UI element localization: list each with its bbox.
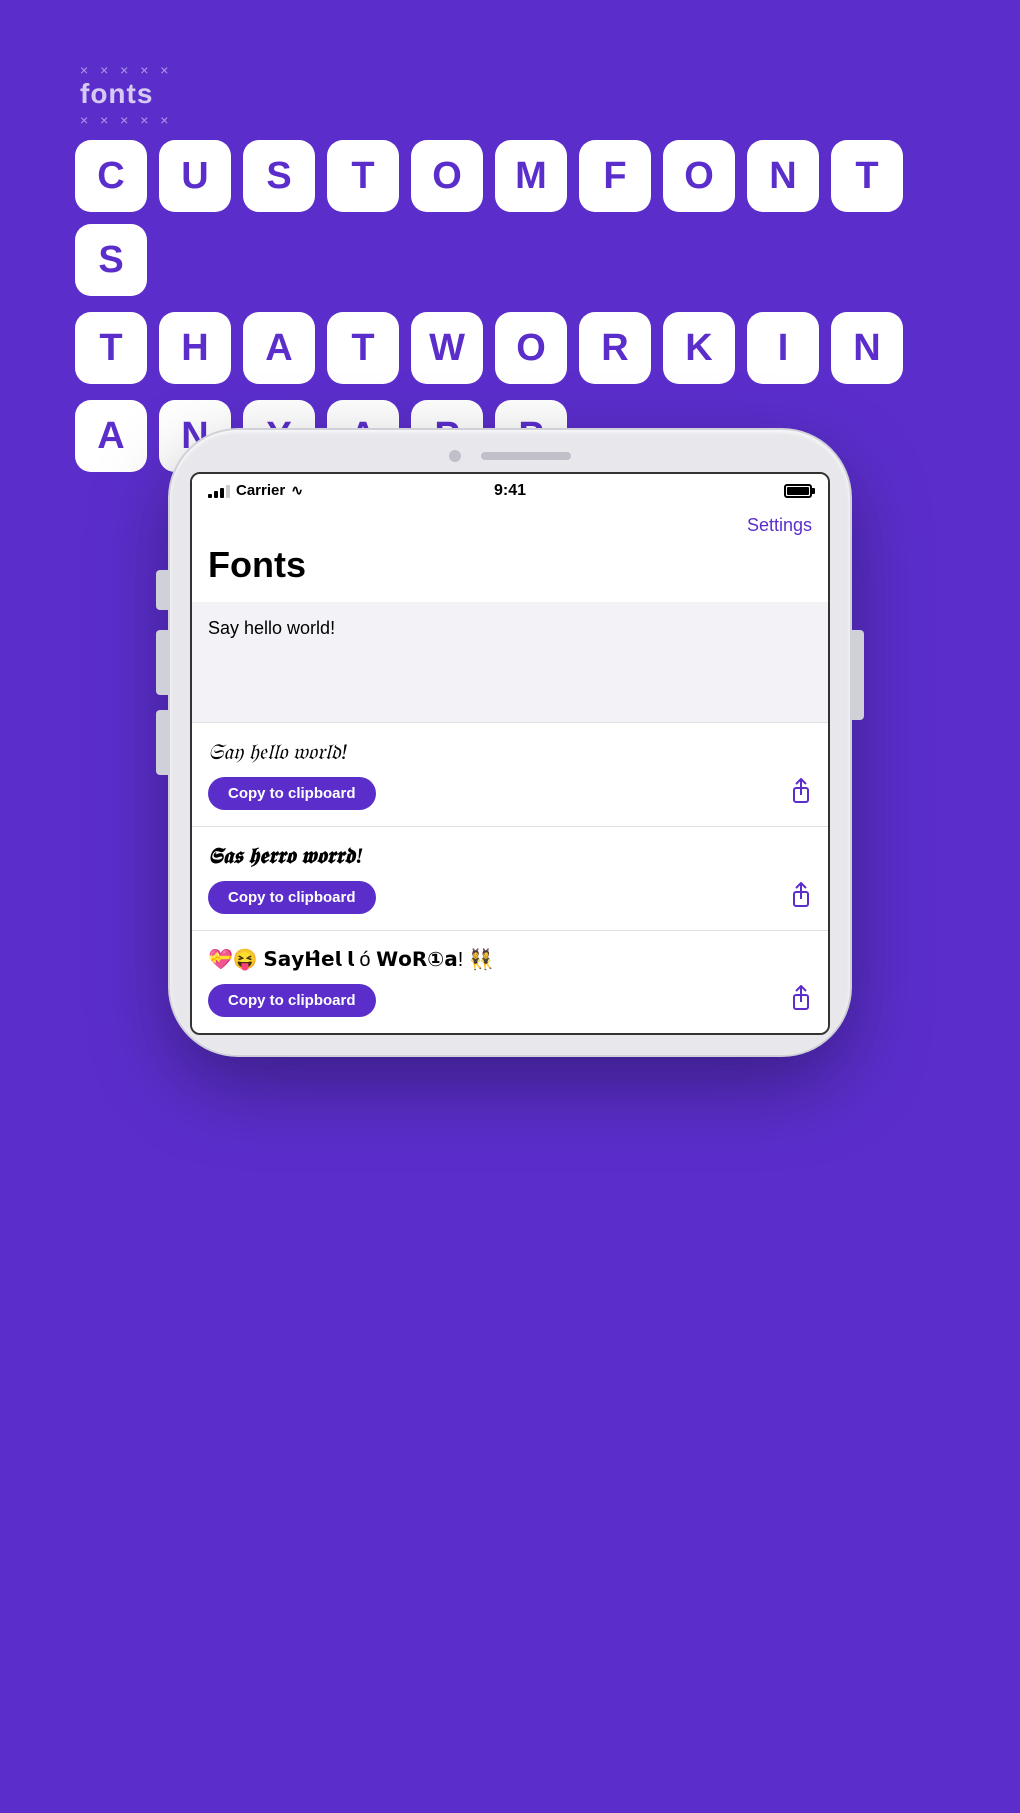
font-item-1: 𝔖𝔞𝔶 𝔥𝔢𝔩𝔩𝔬 𝔴𝔬𝔯𝔩𝔡! Copy to clipboard — [192, 722, 828, 826]
speaker — [481, 452, 571, 460]
signal-bar-1 — [208, 494, 212, 498]
status-bar: Carrier ∿ 9:41 — [192, 474, 828, 507]
signal-bar-2 — [214, 491, 218, 498]
letter-tile: I — [747, 312, 819, 384]
letter-tile: W — [411, 312, 483, 384]
logo-area: × × × × × fonts × × × × × — [80, 60, 172, 128]
letter-tile: A — [243, 312, 315, 384]
letter-tile: N — [747, 140, 819, 212]
share-icon-1[interactable] — [790, 778, 812, 810]
signal-bar-4 — [226, 485, 230, 498]
signal-bars — [208, 484, 230, 498]
volume-down-button — [156, 710, 168, 775]
status-right — [784, 484, 812, 498]
phone-mockup: Carrier ∿ 9:41 Settings Fonts Say hello … — [170, 430, 850, 1055]
letter-tile: R — [579, 312, 651, 384]
wifi-icon: ∿ — [291, 482, 303, 499]
font-preview-1: 𝔖𝔞𝔶 𝔥𝔢𝔩𝔩𝔬 𝔴𝔬𝔯𝔩𝔡! — [208, 739, 812, 765]
battery-fill — [787, 487, 809, 495]
font-item-2: 𝕾𝖆𝖘 𝖍𝖊𝖗𝖗𝖔 𝖜𝖔𝖗𝖗𝖉! Copy to clipboard — [192, 826, 828, 930]
letter-tile: C — [75, 140, 147, 212]
font-preview-2: 𝕾𝖆𝖘 𝖍𝖊𝖗𝖗𝖔 𝖜𝖔𝖗𝖗𝖉! — [208, 843, 812, 869]
copy-button-1[interactable]: Copy to clipboard — [208, 777, 376, 810]
letter-tile: K — [663, 312, 735, 384]
letter-tile: U — [159, 140, 231, 212]
letter-tile: T — [327, 312, 399, 384]
carrier-label: Carrier — [236, 482, 285, 499]
font-actions-2: Copy to clipboard — [208, 881, 812, 914]
letter-tile: F — [579, 140, 651, 212]
phone-outer: Carrier ∿ 9:41 Settings Fonts Say hello … — [170, 430, 850, 1055]
power-button — [852, 630, 864, 720]
letter-tile: N — [831, 312, 903, 384]
letter-tile: O — [495, 312, 567, 384]
font-actions-1: Copy to clipboard — [208, 777, 812, 810]
letter-tile: T — [327, 140, 399, 212]
letter-tile: T — [75, 312, 147, 384]
copy-button-2[interactable]: Copy to clipboard — [208, 881, 376, 914]
logo-dots-top: × × × × × — [80, 62, 172, 78]
letter-tile: M — [495, 140, 567, 212]
text-input-area[interactable]: Say hello world! — [192, 602, 828, 722]
volume-up-button — [156, 630, 168, 695]
share-icon-3[interactable] — [790, 985, 812, 1017]
input-text: Say hello world! — [208, 618, 335, 638]
front-camera — [449, 450, 461, 462]
font-item-3: 💝😝 𝗦𝗮𝘆𝗛̂𝗲𝗹 𝗹 ó 𝗪𝗼𝗥①𝗮! 👯 Copy to clipboar… — [192, 930, 828, 1033]
status-left: Carrier ∿ — [208, 482, 303, 499]
app-header: Settings — [192, 507, 828, 540]
share-icon-2[interactable] — [790, 882, 812, 914]
signal-bar-3 — [220, 488, 224, 498]
letter-tile: S — [243, 140, 315, 212]
volume-mute-button — [156, 570, 168, 610]
phone-top-bar — [190, 450, 830, 462]
letter-tile: T — [831, 140, 903, 212]
battery-icon — [784, 484, 812, 498]
status-time: 9:41 — [494, 482, 526, 500]
app-title: Fonts — [192, 540, 828, 602]
logo-text: fonts — [80, 78, 172, 110]
font-list: 𝔖𝔞𝔶 𝔥𝔢𝔩𝔩𝔬 𝔴𝔬𝔯𝔩𝔡! Copy to clipboard — [192, 722, 828, 1033]
letter-tile: H — [159, 312, 231, 384]
letter-tile: O — [411, 140, 483, 212]
settings-link[interactable]: Settings — [747, 515, 812, 536]
headline-row-1: C U S T O M F O N T S — [75, 140, 945, 296]
logo-dots-bottom: × × × × × — [80, 112, 172, 128]
font-preview-3: 💝😝 𝗦𝗮𝘆𝗛̂𝗲𝗹 𝗹 ó 𝗪𝗼𝗥①𝗮! 👯 — [208, 947, 812, 972]
font-actions-3: Copy to clipboard — [208, 984, 812, 1017]
copy-button-3[interactable]: Copy to clipboard — [208, 984, 376, 1017]
letter-tile: O — [663, 140, 735, 212]
headline-row-2: T H A T W O R K I N — [75, 312, 945, 384]
phone-screen: Carrier ∿ 9:41 Settings Fonts Say hello … — [190, 472, 830, 1035]
letter-tile: A — [75, 400, 147, 472]
letter-tile: S — [75, 224, 147, 296]
